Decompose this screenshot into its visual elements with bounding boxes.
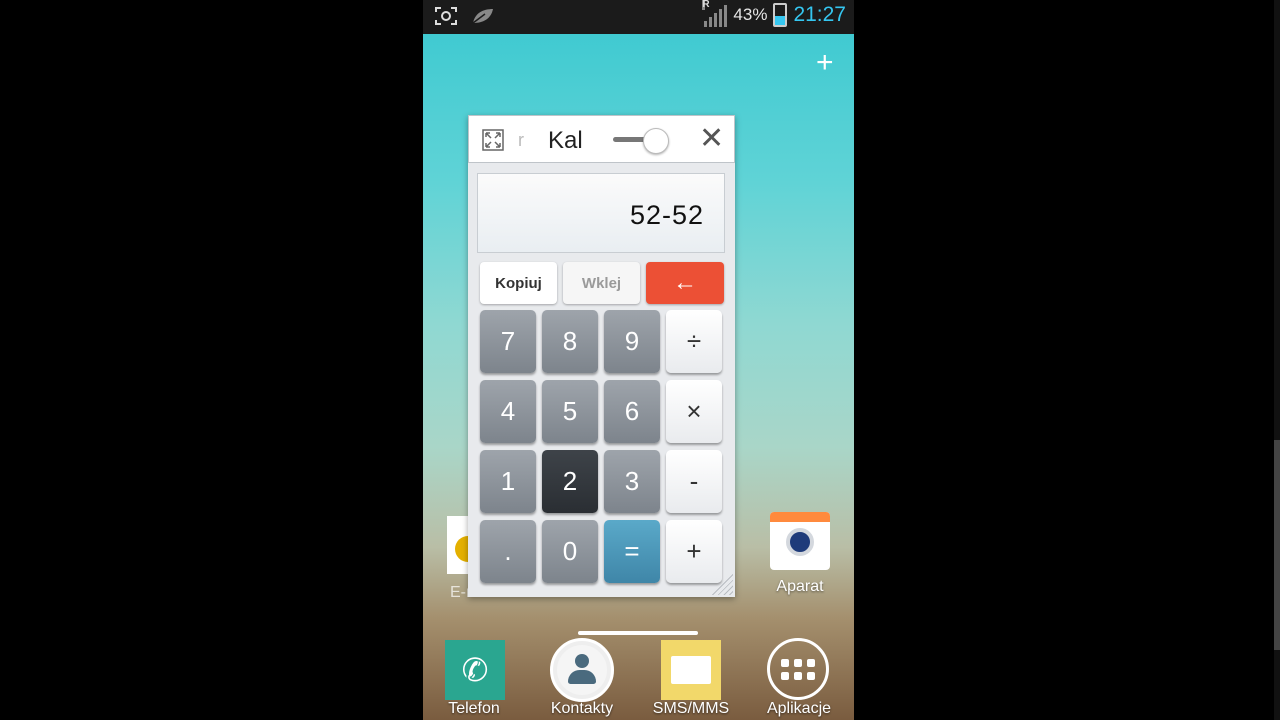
camera-icon (770, 512, 830, 570)
calculator-window: r Kal ✕ 52-52 Kopiuj Wklej ← 7 8 9 ÷ 4 5… (468, 115, 735, 597)
expand-icon[interactable] (482, 129, 504, 151)
paste-button[interactable]: Wklej (563, 262, 640, 304)
calculator-titlebar[interactable]: r Kal ✕ (468, 115, 735, 163)
leaf-icon (472, 9, 493, 24)
key-0[interactable]: 0 (542, 520, 598, 583)
dock: ✆ Telefon Kontakty SMS/MMS Aplikacje (423, 638, 854, 720)
roaming-indicator: R (702, 0, 710, 10)
scrollbar-thumb[interactable] (1274, 440, 1280, 650)
phone-label: Telefon (448, 700, 500, 717)
backspace-button[interactable]: ← (646, 262, 724, 304)
battery-icon (773, 3, 788, 27)
camera-label: Aparat (776, 578, 824, 595)
key-9[interactable]: 9 (604, 310, 660, 373)
phone-icon: ✆ (445, 640, 505, 700)
copy-button[interactable]: Kopiuj (480, 262, 557, 304)
message-icon (661, 640, 721, 700)
key-8[interactable]: 8 (542, 310, 598, 373)
close-icon[interactable]: ✕ (699, 124, 724, 154)
key-3[interactable]: 3 (604, 450, 660, 513)
key-1[interactable]: 1 (480, 450, 536, 513)
apps-grid-icon (767, 638, 829, 700)
key-add[interactable]: + (666, 520, 722, 583)
sms-label: SMS/MMS (652, 700, 730, 717)
display-value: 52-52 (629, 200, 704, 230)
contacts-label: Kontakty (550, 700, 614, 717)
add-widget-icon[interactable]: + (816, 48, 834, 78)
key-subtract[interactable]: - (666, 450, 722, 513)
email-icon[interactable] (447, 516, 469, 574)
key-5[interactable]: 5 (542, 380, 598, 443)
key-4[interactable]: 4 (480, 380, 536, 443)
slider-handle[interactable] (643, 128, 669, 154)
battery-percent: 43% (733, 5, 768, 24)
key-multiply[interactable]: × (666, 380, 722, 443)
apps-label: Aplikacje (766, 700, 832, 717)
key-dot[interactable]: . (480, 520, 536, 583)
page-indicator (578, 631, 698, 635)
phone-screen: R 43% 21:27 + E-mail Aparat r Kal ✕ (423, 0, 854, 720)
key-6[interactable]: 6 (604, 380, 660, 443)
camera-app[interactable]: Aparat (760, 512, 840, 596)
window-title: Kal (548, 127, 583, 154)
status-bar: R 43% 21:27 (423, 0, 854, 34)
signal-icon: R (702, 0, 728, 27)
key-divide[interactable]: ÷ (666, 310, 722, 373)
contacts-icon (550, 638, 614, 702)
calculator-display: 52-52 (477, 173, 725, 253)
key-2[interactable]: 2 (542, 450, 598, 513)
key-7[interactable]: 7 (480, 310, 536, 373)
opacity-slider[interactable] (613, 128, 669, 154)
clock: 21:27 (793, 3, 846, 26)
key-equals[interactable]: = (604, 520, 660, 583)
scrollbar[interactable] (1274, 0, 1280, 720)
title-fragment: r (518, 130, 524, 150)
screenshot-icon (435, 7, 457, 25)
